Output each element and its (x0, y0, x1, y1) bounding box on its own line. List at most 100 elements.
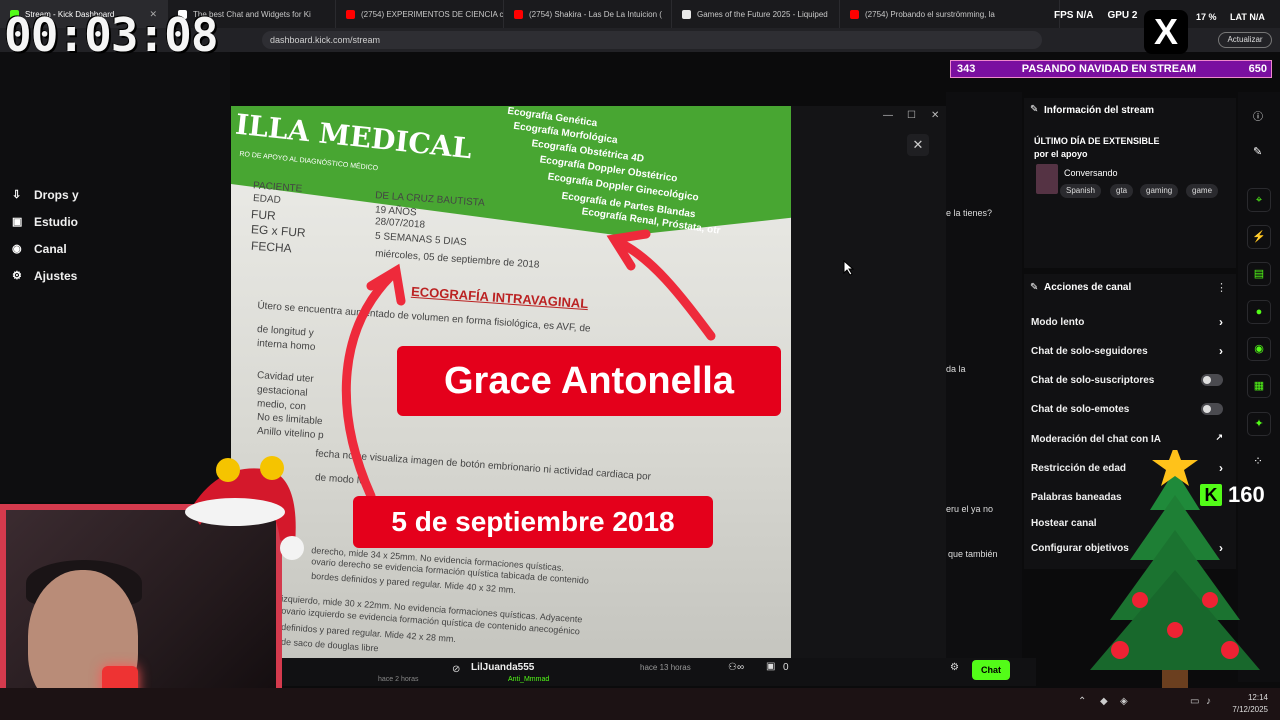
clock-time: 12:14 (1247, 693, 1268, 702)
stack-icon[interactable]: ▦ (1247, 374, 1271, 398)
chat-username[interactable]: Anti_Mmmad (508, 676, 549, 683)
tray-chevron-up-icon[interactable]: ⌃ (1078, 696, 1086, 707)
action-label: Modo lento (1031, 317, 1085, 328)
name-banner: Grace Antonella (397, 346, 781, 416)
settings-icon: ⚙ (12, 270, 22, 282)
tab-youtube-experimentos[interactable]: (2754) EXPERIMENTOS DE CIENCIA c (336, 0, 504, 28)
broadcast-icon[interactable]: ◉ (1247, 337, 1271, 361)
user-icon: ⊘ (452, 664, 461, 675)
stream-title-banner: 343 PASANDO NAVIDAD EN STREAM 650 (950, 60, 1272, 78)
gpu-label: GPU (1107, 10, 1130, 21)
sidebar-item-channel[interactable]: ◉ Canal (12, 242, 67, 256)
tab-label: (2754) Probando el surströmming, la (865, 9, 995, 19)
external-link-icon: ↗ (1215, 432, 1223, 442)
clock-date: 7/12/2025 (1232, 705, 1268, 714)
action-subscribers-only: Chat de solo-suscriptores (1031, 374, 1231, 386)
target-icon[interactable]: ⌖ (1247, 188, 1271, 212)
sidebar-item-label: Drops y (34, 188, 79, 202)
youtube-favicon-icon (850, 9, 859, 19)
chat-bubble-icon[interactable]: ● (1247, 300, 1271, 324)
studio-icon: ▣ (12, 216, 23, 228)
action-emotes-only: Chat de solo-emotes (1031, 403, 1231, 415)
chat-message: e la tienes? (946, 208, 993, 218)
santa-hat-decoration-icon (185, 456, 304, 560)
action-slow-mode[interactable]: Modo lento › (1031, 315, 1231, 329)
drops-icon: ⇩ (12, 189, 22, 201)
update-button[interactable]: Actualizar (1218, 32, 1272, 48)
users-icon[interactable]: ⚇∞ (728, 662, 744, 673)
lat-stat: LAT N/A (1230, 12, 1265, 22)
gift-icon[interactable]: ▣ (766, 661, 775, 672)
youtube-favicon-icon (346, 9, 355, 19)
tab-label: (2754) EXPERIMENTOS DE CIENCIA c (361, 9, 504, 19)
edit-icon[interactable]: ✎ (1253, 145, 1262, 158)
info-icon: ✎ (1030, 104, 1039, 115)
mouse-cursor-icon (843, 260, 855, 276)
load-value: 17 % (1196, 12, 1217, 22)
tab-youtube-surstromming[interactable]: (2754) Probando el surströmming, la (840, 0, 1060, 28)
chevron-right-icon: › (1219, 344, 1223, 358)
media-viewer-modal: ILLA MEDICAL RO DE APOYO AL DIAGNÓSTICO … (231, 106, 946, 658)
maximize-icon[interactable]: ☐ (907, 110, 916, 121)
stream-title-line: ÚLTIMO DÍA DE EXTENSIBLE (1034, 136, 1160, 146)
action-label: Chat de solo-emotes (1031, 404, 1130, 415)
tab-liquipedia[interactable]: Games of the Future 2025 - Liquiped (672, 0, 840, 28)
system-clock[interactable]: 12:14 7/12/2025 (1232, 692, 1268, 716)
medical-report-photo: ILLA MEDICAL RO DE APOYO AL DIAGNÓSTICO … (231, 106, 791, 658)
lat-value: N/A (1249, 12, 1265, 22)
tray-app-icon[interactable]: ◈ (1120, 696, 1128, 707)
info-panel-title: Información del stream (1044, 105, 1155, 116)
minimize-icon[interactable]: — (883, 110, 893, 121)
sidebar-item-label: Canal (34, 242, 67, 256)
category-thumbnail (1036, 164, 1058, 194)
favicon-icon (682, 9, 691, 19)
gift-count: 0 (783, 662, 789, 673)
stream-timer: 00:03:08 (4, 8, 219, 62)
action-followers-only[interactable]: Chat de solo-seguidores › (1031, 344, 1231, 358)
fps-value: N/A (1076, 10, 1094, 21)
tag-chip: gaming (1140, 184, 1179, 198)
sidebar-item-label: Estudio (34, 215, 78, 229)
action-ai-moderation[interactable]: Moderación del chat con IA ↗ (1031, 432, 1231, 445)
tag-chip: gta (1110, 184, 1134, 198)
sidebar-item-settings[interactable]: ⚙ Ajustes (12, 269, 77, 283)
more-options-icon[interactable]: ⋮ (1216, 281, 1227, 294)
chat-settings-icon[interactable]: ⚙ (950, 662, 959, 673)
send-chat-button[interactable]: Chat (972, 660, 1010, 680)
window-close-icon[interactable]: ✕ (931, 110, 939, 121)
os-taskbar: ⌃ ◆ ◈ ▭ ♪ 12:14 7/12/2025 (0, 688, 1280, 720)
sidebar-item-studio[interactable]: ▣ Estudio (12, 215, 78, 229)
performance-stats: FPS N/A GPU 2 (1054, 10, 1137, 21)
chat-message: da la (946, 364, 966, 374)
chat-username[interactable]: LilJuanda555 (471, 662, 534, 673)
network-icon[interactable]: ▭ (1190, 696, 1199, 707)
subscribers-only-toggle[interactable] (1201, 374, 1223, 386)
tab-label: (2754) Shakira - Las De La Intuicion ( (529, 9, 662, 19)
dashboard-sidebar: ⇩ Drops y ▣ Estudio ◉ Canal ⚙ Ajustes (0, 52, 230, 502)
document-icon[interactable]: ▤ (1247, 262, 1271, 286)
x-logo-icon: X (1144, 10, 1188, 54)
tab-label: Games of the Future 2025 - Liquiped (697, 9, 828, 19)
bolt-icon[interactable]: ⚡ (1247, 225, 1271, 249)
tab-youtube-shakira[interactable]: (2754) Shakira - Las De La Intuicion ( (504, 0, 672, 28)
volume-icon[interactable]: ♪ (1206, 696, 1211, 707)
emotes-only-toggle[interactable] (1201, 403, 1223, 415)
tag-chip: game (1186, 184, 1219, 198)
chat-timestamp: hace 13 horas (640, 663, 691, 672)
category-name: Conversando (1064, 168, 1118, 178)
address-bar[interactable]: dashboard.kick.com/stream (262, 31, 1042, 49)
info-circle-icon[interactable]: ⓘ (1253, 108, 1263, 123)
action-label: Chat de solo-seguidores (1031, 346, 1148, 357)
sidebar-item-drops[interactable]: ⇩ Drops y (12, 188, 79, 202)
sidebar-item-label: Ajustes (34, 269, 78, 283)
modal-close-button[interactable]: ✕ (907, 134, 929, 156)
chat-bottom-bar: ⊘ LilJuanda555 hace 13 horas ⚇∞ ▣ 0 ⚙ Ch… (282, 658, 1036, 686)
chat-column: e la tienes? da la eru el ya no que tamb… (946, 92, 1022, 682)
chat-message: que también (948, 549, 998, 559)
actions-panel-title: Acciones de canal (1044, 282, 1132, 293)
tray-app-icon[interactable]: ◆ (1100, 696, 1108, 707)
date-banner: 5 de septiembre 2018 (353, 496, 713, 548)
wrench-icon[interactable]: ✦ (1247, 412, 1271, 436)
fps-label: FPS (1054, 10, 1074, 21)
christmas-tree-decoration-icon (1090, 450, 1260, 690)
